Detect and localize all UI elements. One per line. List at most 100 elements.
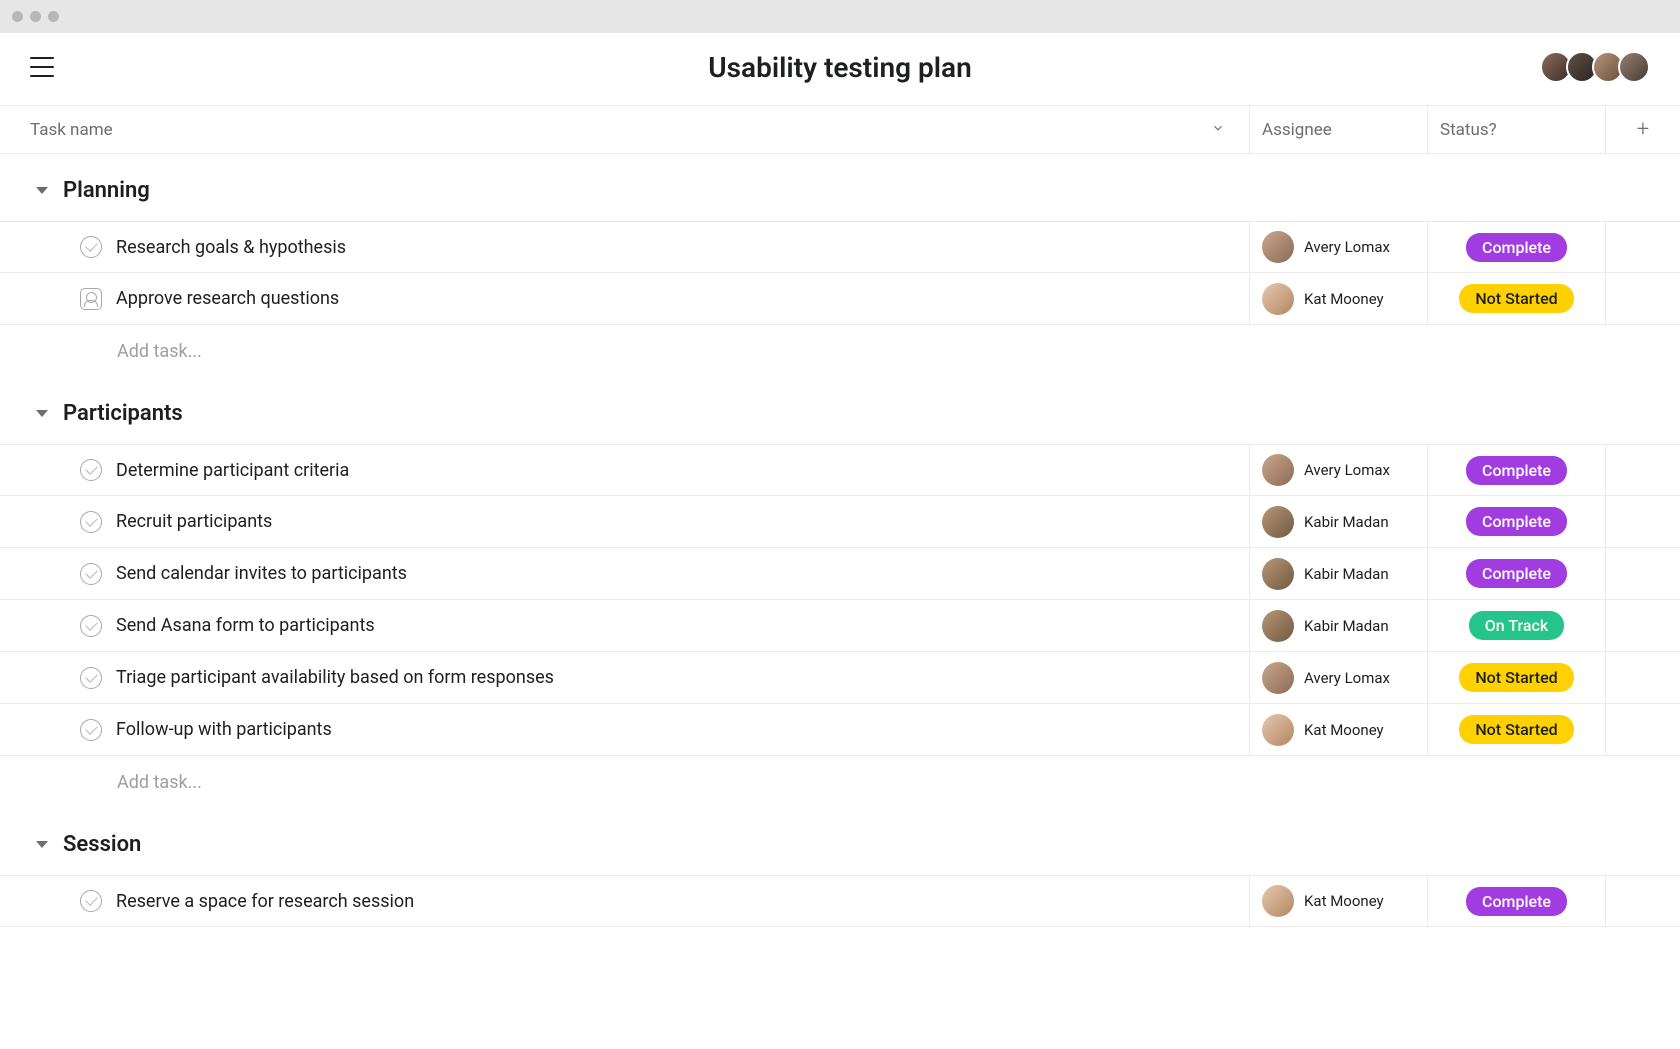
task-status[interactable]: Not Started	[1427, 273, 1605, 324]
assignee-name: Kabir Madan	[1304, 617, 1389, 635]
task-status[interactable]: On Track	[1427, 600, 1605, 651]
add-task-button[interactable]: Add task...	[0, 756, 1680, 808]
assignee-name: Kabir Madan	[1304, 565, 1389, 583]
column-task-name[interactable]: Task name	[0, 120, 1249, 140]
task-extra-cell	[1605, 704, 1680, 755]
check-circle-icon[interactable]	[80, 667, 102, 689]
task-name: Reserve a space for research session	[116, 891, 414, 912]
task-name: Triage participant availability based on…	[116, 667, 554, 688]
status-badge: Complete	[1466, 233, 1567, 262]
section-header[interactable]: Planning	[0, 154, 1680, 221]
task-extra-cell	[1605, 222, 1680, 272]
task-assignee[interactable]: Kat Mooney	[1249, 273, 1427, 324]
check-circle-icon[interactable]	[80, 563, 102, 585]
assignee-name: Kat Mooney	[1304, 290, 1384, 308]
task-status[interactable]: Complete	[1427, 496, 1605, 547]
task-main[interactable]: Recruit participants	[0, 496, 1249, 547]
traffic-zoom-icon[interactable]	[48, 11, 59, 22]
assignee-avatar	[1262, 231, 1294, 263]
add-task-button[interactable]: Add task...	[0, 325, 1680, 377]
assignee-avatar	[1262, 714, 1294, 746]
task-row[interactable]: Recruit participantsKabir Madan Complete	[0, 496, 1680, 548]
task-status[interactable]: Not Started	[1427, 652, 1605, 703]
task-row[interactable]: Determine participant criteria Avery Loma…	[0, 444, 1680, 496]
assignee-avatar	[1262, 506, 1294, 538]
task-status[interactable]: Complete	[1427, 222, 1605, 272]
task-assignee[interactable]: Avery Lomax	[1249, 445, 1427, 495]
column-status[interactable]: Status?	[1427, 106, 1605, 153]
section-header[interactable]: Participants	[0, 377, 1680, 444]
section-name: Session	[63, 832, 141, 857]
task-main[interactable]: Approve research questions	[0, 273, 1249, 324]
task-status[interactable]: Not Started	[1427, 704, 1605, 755]
task-assignee[interactable]: Kat Mooney	[1249, 704, 1427, 755]
status-badge: Complete	[1466, 507, 1567, 536]
check-circle-icon[interactable]	[80, 615, 102, 637]
columns-header: Task name Assignee Status? +	[0, 106, 1680, 154]
task-extra-cell	[1605, 445, 1680, 495]
task-main[interactable]: Triage participant availability based on…	[0, 652, 1249, 703]
check-circle-icon[interactable]	[80, 890, 102, 912]
task-assignee[interactable]: Avery Lomax	[1249, 222, 1427, 272]
status-badge: Complete	[1466, 456, 1567, 485]
assignee-name: Avery Lomax	[1304, 669, 1390, 687]
task-name: Research goals & hypothesis	[116, 237, 346, 258]
check-circle-icon[interactable]	[80, 719, 102, 741]
task-main[interactable]: Research goals & hypothesis	[0, 222, 1249, 272]
task-assignee[interactable]: Kat Mooney	[1249, 876, 1427, 926]
check-circle-icon[interactable]	[80, 459, 102, 481]
hamburger-menu-icon[interactable]	[30, 55, 54, 79]
task-assignee[interactable]: Kabir Madan	[1249, 548, 1427, 599]
task-assignee[interactable]: Avery Lomax	[1249, 652, 1427, 703]
add-column-button[interactable]: +	[1605, 106, 1680, 153]
task-main[interactable]: Reserve a space for research session	[0, 876, 1249, 926]
column-assignee[interactable]: Assignee	[1249, 106, 1427, 153]
assignee-avatar	[1262, 283, 1294, 315]
status-badge: Complete	[1466, 887, 1567, 916]
section-header[interactable]: Session	[0, 808, 1680, 875]
check-circle-icon[interactable]	[80, 511, 102, 533]
task-assignee[interactable]: Kabir Madan	[1249, 600, 1427, 651]
column-status-label: Status?	[1440, 120, 1497, 140]
app-header: Usability testing plan	[0, 33, 1680, 106]
task-assignee[interactable]: Kabir Madan	[1249, 496, 1427, 547]
task-status[interactable]: Complete	[1427, 445, 1605, 495]
section-name: Participants	[63, 401, 183, 426]
approval-icon[interactable]	[80, 288, 102, 310]
chevron-down-icon[interactable]	[36, 410, 48, 417]
status-badge: Not Started	[1459, 715, 1573, 744]
task-extra-cell	[1605, 273, 1680, 324]
project-members[interactable]	[1540, 51, 1650, 83]
chevron-down-icon[interactable]	[1211, 120, 1225, 140]
traffic-minimize-icon[interactable]	[30, 11, 41, 22]
task-row[interactable]: Send Asana form to participants Kabir Mad…	[0, 600, 1680, 652]
traffic-close-icon[interactable]	[12, 11, 23, 22]
task-row[interactable]: Reserve a space for research session Kat …	[0, 875, 1680, 927]
plus-icon: +	[1637, 117, 1649, 142]
task-extra-cell	[1605, 548, 1680, 599]
task-main[interactable]: Follow-up with participants	[0, 704, 1249, 755]
task-extra-cell	[1605, 496, 1680, 547]
assignee-name: Avery Lomax	[1304, 461, 1390, 479]
task-row[interactable]: Research goals & hypothesis Avery Lomax Co…	[0, 221, 1680, 273]
assignee-avatar	[1262, 662, 1294, 694]
check-circle-icon[interactable]	[80, 236, 102, 258]
task-extra-cell	[1605, 600, 1680, 651]
task-row[interactable]: Approve research questions Kat Mooney Not …	[0, 273, 1680, 325]
task-extra-cell	[1605, 876, 1680, 926]
task-name: Send Asana form to participants	[116, 615, 375, 636]
task-status[interactable]: Complete	[1427, 876, 1605, 926]
task-row[interactable]: Follow-up with participantsKat Mooney Not…	[0, 704, 1680, 756]
chevron-down-icon[interactable]	[36, 187, 48, 194]
task-status[interactable]: Complete	[1427, 548, 1605, 599]
task-main[interactable]: Determine participant criteria	[0, 445, 1249, 495]
member-avatar[interactable]	[1618, 51, 1650, 83]
assignee-name: Kat Mooney	[1304, 892, 1384, 910]
status-badge: On Track	[1469, 611, 1564, 640]
chevron-down-icon[interactable]	[36, 841, 48, 848]
task-row[interactable]: Send calendar invites to participants Kab…	[0, 548, 1680, 600]
window-chrome	[0, 0, 1680, 33]
task-row[interactable]: Triage participant availability based on…	[0, 652, 1680, 704]
task-main[interactable]: Send calendar invites to participants	[0, 548, 1249, 599]
task-main[interactable]: Send Asana form to participants	[0, 600, 1249, 651]
